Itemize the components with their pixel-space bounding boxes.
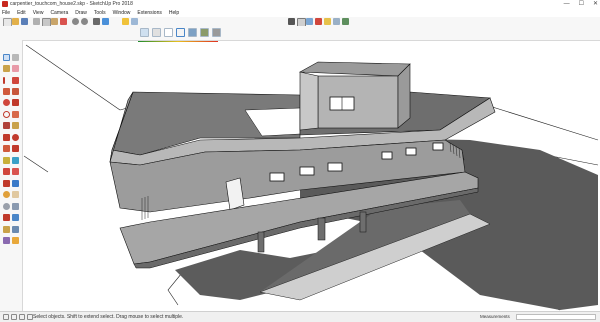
previous-view-icon[interactable] [12,214,19,221]
measurements-input[interactable] [516,314,596,320]
user-account-icon[interactable] [19,314,25,320]
monochrome-icon[interactable] [212,28,221,37]
menu-view[interactable]: View [33,9,44,17]
follow-me-icon[interactable] [12,122,19,129]
axes-icon[interactable] [3,180,10,187]
minimize-button[interactable]: — [564,0,570,9]
tape-measure-icon[interactable] [3,157,10,164]
text-icon[interactable] [12,168,19,175]
move-icon[interactable] [3,134,10,141]
menu-help[interactable]: Help [169,9,179,17]
shaded-icon[interactable] [188,28,197,37]
menu-window[interactable]: Window [113,9,131,17]
fog-icon[interactable] [131,18,138,25]
zoom-extents-icon[interactable] [3,214,10,221]
window-controls: — ☐ ✕ [564,0,598,9]
layout-icon[interactable] [324,18,331,25]
cut-icon[interactable] [33,18,40,25]
status-bar: Select objects. Shift to extend select. … [0,311,600,322]
open-icon[interactable] [12,18,19,25]
paint-bucket-icon[interactable] [3,65,10,72]
geo-location-icon[interactable] [3,314,9,320]
menu-tools[interactable]: Tools [94,9,106,17]
menu-bar: File Edit View Camera Draw Tools Window … [0,9,600,17]
extension-warehouse-icon[interactable] [315,18,322,25]
dimension-icon[interactable] [3,168,10,175]
pie-icon[interactable] [12,111,19,118]
offset-icon[interactable] [12,145,19,152]
zoom-window-icon[interactable] [12,203,19,210]
pan-icon[interactable] [12,191,19,198]
freehand-icon[interactable] [12,77,19,84]
band-window-1 [269,172,285,182]
rectangle-icon[interactable] [3,88,10,95]
walk-icon[interactable] [12,226,19,233]
penthouse-top [298,61,411,77]
styles-toolbar [0,26,600,41]
band-window-6 [432,142,444,151]
3d-text-icon[interactable] [12,180,19,187]
components-icon[interactable] [342,18,349,25]
zoom-icon[interactable] [3,203,10,210]
menu-draw[interactable]: Draw [75,9,87,17]
model-info-icon[interactable] [102,18,109,25]
house-model-drawing [23,44,599,311]
menu-camera[interactable]: Camera [50,9,68,17]
band-window-2 [299,166,315,176]
title-bar: carpentier_touchcom_house2.skp - SketchU… [0,0,600,9]
save-icon[interactable] [21,18,28,25]
select-icon[interactable] [3,54,10,61]
style-builder-icon[interactable] [333,18,340,25]
band-window-3 [327,162,343,172]
rotate-icon[interactable] [12,134,19,141]
credits-icon[interactable] [11,314,17,320]
protractor-icon[interactable] [12,157,19,164]
arc-icon[interactable] [3,111,10,118]
warehouse-icon[interactable] [306,18,313,25]
shadow-toggle-icon[interactable] [122,18,129,25]
component-icon[interactable] [12,54,19,61]
menu-edit[interactable]: Edit [17,9,26,17]
window-title: carpentier_touchcom_house2.skp - SketchU… [10,1,133,7]
scale-icon[interactable] [3,145,10,152]
section-icon[interactable] [288,18,295,25]
erase-icon[interactable] [60,18,67,25]
section-plane-icon[interactable] [12,237,19,244]
push-pull-icon[interactable] [3,122,10,129]
penthouse-left [299,71,319,131]
undo-icon[interactable] [72,18,79,25]
xray-icon[interactable] [140,28,149,37]
polygon-icon[interactable] [12,99,19,106]
menu-file[interactable]: File [2,9,10,17]
look-around-icon[interactable] [3,237,10,244]
status-icons [3,314,33,320]
rotated-rectangle-icon[interactable] [12,88,19,95]
band-window-5 [405,147,417,156]
print-icon[interactable] [93,18,100,25]
back-edges-icon[interactable] [152,28,161,37]
band-window-4 [381,151,393,160]
wireframe-icon[interactable] [164,28,173,37]
paste-icon[interactable] [51,18,58,25]
standard-toolbar: J F M A M J J A S O N D 09:56 AM Noon 05… [0,17,600,42]
modeling-viewport[interactable] [23,41,600,311]
menu-extensions[interactable]: Extensions [137,9,161,17]
maximize-button[interactable]: ☐ [579,0,584,9]
shaded-textures-icon[interactable] [200,28,209,37]
orbit-icon[interactable] [3,191,10,198]
line-icon[interactable] [3,77,5,84]
hidden-line-icon[interactable] [176,28,185,37]
eraser-icon[interactable] [12,65,19,72]
redo-icon[interactable] [81,18,88,25]
sketchup-app-icon [2,1,8,7]
circle-icon[interactable] [3,99,10,106]
close-button[interactable]: ✕ [593,0,598,9]
position-camera-icon[interactable] [3,226,10,233]
large-tool-set [0,40,23,311]
